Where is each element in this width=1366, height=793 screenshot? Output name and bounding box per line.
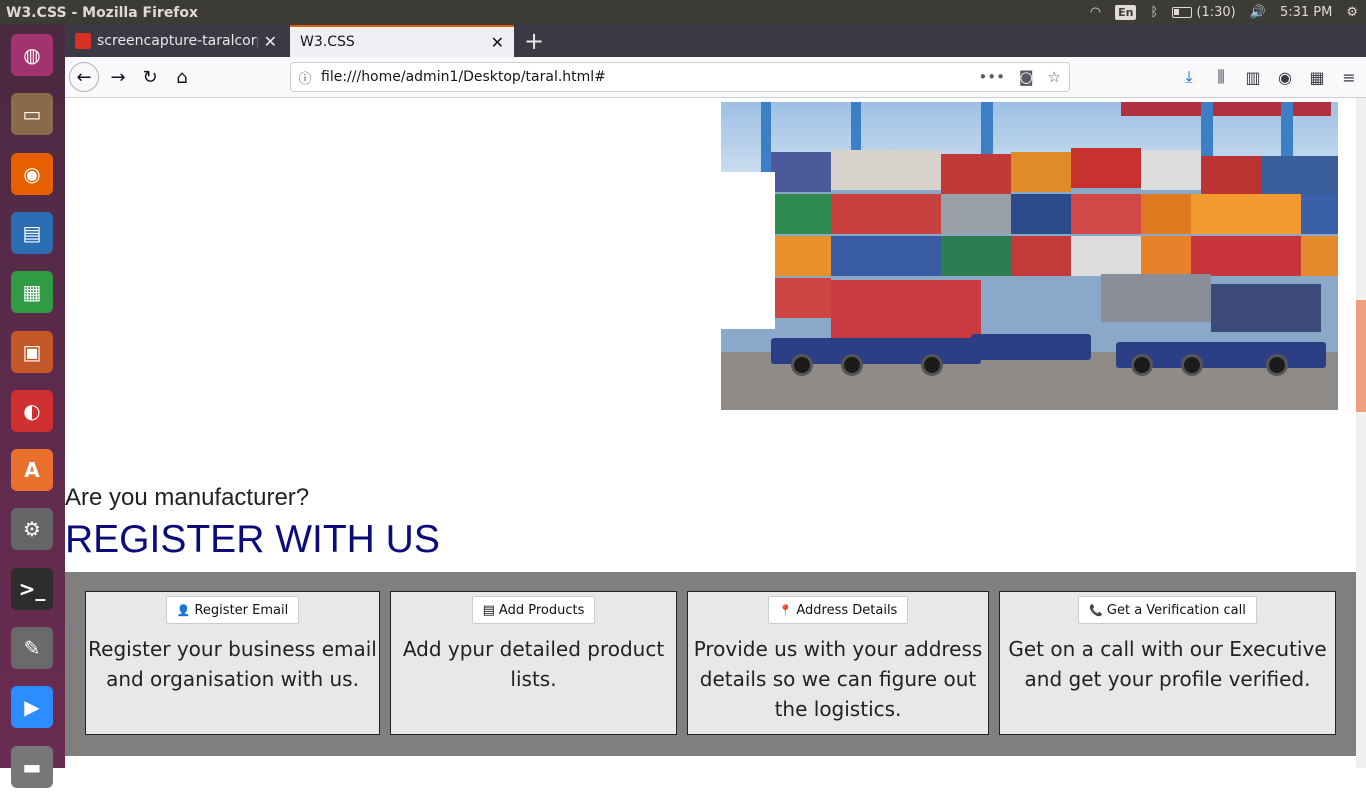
map-marker-icon: 📍 (778, 603, 793, 617)
url-bar[interactable]: ⓘ file:///home/admin1/Desktop/taral.html… (290, 62, 1070, 92)
text-editor-icon[interactable]: ✎ (6, 622, 58, 674)
pocket-icon[interactable]: ◙ (1019, 68, 1034, 86)
card-description: Add ypur detailed product lists. (402, 637, 665, 691)
wifi-icon[interactable]: ◠ (1090, 5, 1101, 20)
document-viewer-glyph: ◐ (11, 389, 53, 432)
drive-icon[interactable]: ▬ (6, 741, 58, 793)
address-details-button[interactable]: 📍 Address Details (767, 596, 909, 624)
keyboard-layout-indicator[interactable]: En (1115, 5, 1137, 20)
info-icon[interactable]: ⓘ (291, 68, 319, 87)
system-gear-icon[interactable]: ⚙ (1346, 5, 1358, 20)
tab-favicon-icon (75, 33, 91, 49)
ubuntu-dash-glyph: ◍ (11, 34, 53, 76)
clock[interactable]: 5:31 PM (1280, 5, 1332, 20)
indicator-area: ◠ En ᛒ (1:30) 🔊 5:31 PM ⚙ (1090, 5, 1366, 20)
card-address-details: 📍 Address Details Provide us with your a… (687, 591, 989, 735)
back-button[interactable]: ← (69, 62, 99, 92)
tab-screencapture[interactable]: screencapture-taralcorp ✕ (65, 25, 287, 57)
card-register-email: 👤 Register Email Register your business … (85, 591, 380, 735)
reload-button[interactable]: ↻ (135, 62, 165, 92)
card-description: Provide us with your address details so … (693, 637, 983, 721)
new-tab-button[interactable]: + (520, 27, 548, 55)
firefox-icon[interactable]: ◉ (6, 148, 58, 200)
tab-label: W3.CSS (300, 34, 355, 50)
software-center-glyph: A (11, 449, 53, 492)
card-add-products: ▤ Add Products Add ypur detailed product… (390, 591, 677, 735)
impress-icon[interactable]: ▣ (6, 326, 58, 378)
sidebar-icon[interactable]: ▥ (1242, 62, 1264, 92)
add-products-button[interactable]: ▤ Add Products (471, 596, 596, 624)
drive-glyph: ▬ (11, 745, 53, 788)
writer-glyph: ▤ (11, 211, 53, 254)
tab-close-icon[interactable]: ✕ (264, 32, 277, 51)
library-icon[interactable]: ⫼ (1210, 62, 1232, 92)
page-content: Are you manufacturer? REGISTER WITH US 👤… (65, 98, 1356, 768)
forward-button[interactable]: → (103, 62, 133, 92)
extensions-icon[interactable]: ▦ (1306, 62, 1328, 92)
card-description: Get on a call with our Executive and get… (1008, 637, 1327, 691)
firefox-glyph: ◉ (11, 152, 53, 195)
calc-glyph: ▦ (11, 271, 53, 314)
battery-indicator[interactable]: (1:30) (1172, 5, 1236, 20)
files-glyph: ▭ (11, 93, 53, 136)
phone-icon: 📞 (1089, 603, 1103, 617)
navigation-toolbar: ← → ↻ ⌂ ⓘ file:///home/admin1/Desktop/ta… (65, 57, 1366, 98)
launcher: ◍ ▭ ◉ ▤ ▦ ▣ ◐ A ⚙ >_ ✎ ▶ ▬ (0, 25, 65, 788)
tab-close-icon[interactable]: ✕ (491, 33, 504, 52)
ubuntu-dash-icon[interactable]: ◍ (6, 29, 58, 81)
terminal-glyph: >_ (11, 567, 53, 610)
volume-icon[interactable]: 🔊 (1250, 5, 1266, 20)
tab-strip: screencapture-taralcorp ✕ W3.CSS ✕ + (65, 25, 1366, 57)
files-icon[interactable]: ▭ (6, 88, 58, 140)
shipping-containers-image (721, 102, 1338, 410)
zoom-glyph: ▶ (11, 686, 53, 729)
account-icon[interactable]: ◉ (1274, 62, 1296, 92)
bluetooth-icon[interactable]: ᛒ (1150, 5, 1158, 20)
text-editor-glyph: ✎ (11, 627, 53, 669)
registration-steps-panel: 👤 Register Email Register your business … (65, 572, 1356, 756)
downloads-icon[interactable]: ⤓ (1178, 62, 1200, 92)
top-panel: W3.CSS - Mozilla Firefox ◠ En ᛒ (1:30) 🔊… (0, 0, 1366, 25)
url-text[interactable]: file:///home/admin1/Desktop/taral.html# (319, 69, 978, 85)
card-verification-call: 📞 Get a Verification call Get on a call … (999, 591, 1336, 735)
zoom-icon[interactable]: ▶ (6, 681, 58, 733)
tab-w3css[interactable]: W3.CSS ✕ (290, 25, 514, 57)
register-email-button[interactable]: 👤 Register Email (165, 596, 300, 624)
menu-icon[interactable]: ≡ (1338, 62, 1360, 92)
page-actions-icon[interactable]: ••• (978, 68, 1005, 86)
scrollbar-thumb[interactable] (1356, 300, 1366, 412)
list-icon: ▤ (482, 602, 495, 618)
calc-icon[interactable]: ▦ (6, 266, 58, 318)
manufacturer-question: Are you manufacturer? (65, 484, 310, 511)
battery-icon (1172, 7, 1193, 18)
card-description: Register your business email and organis… (88, 637, 377, 691)
terminal-icon[interactable]: >_ (6, 563, 58, 615)
bookmark-star-icon[interactable]: ☆ (1048, 68, 1061, 86)
tab-label: screencapture-taralcorp (97, 33, 258, 49)
window-title: W3.CSS - Mozilla Firefox (6, 4, 199, 21)
document-viewer-icon[interactable]: ◐ (6, 385, 58, 437)
writer-icon[interactable]: ▤ (6, 207, 58, 259)
register-heading: REGISTER WITH US (65, 518, 440, 561)
software-center-icon[interactable]: A (6, 444, 58, 496)
verification-call-button[interactable]: 📞 Get a Verification call (1078, 596, 1257, 624)
home-button[interactable]: ⌂ (167, 62, 197, 92)
settings-icon[interactable]: ⚙ (6, 503, 58, 555)
user-icon: 👤 (176, 603, 191, 617)
impress-glyph: ▣ (11, 330, 53, 373)
settings-glyph: ⚙ (11, 508, 53, 551)
page-scrollbar[interactable] (1356, 98, 1366, 768)
